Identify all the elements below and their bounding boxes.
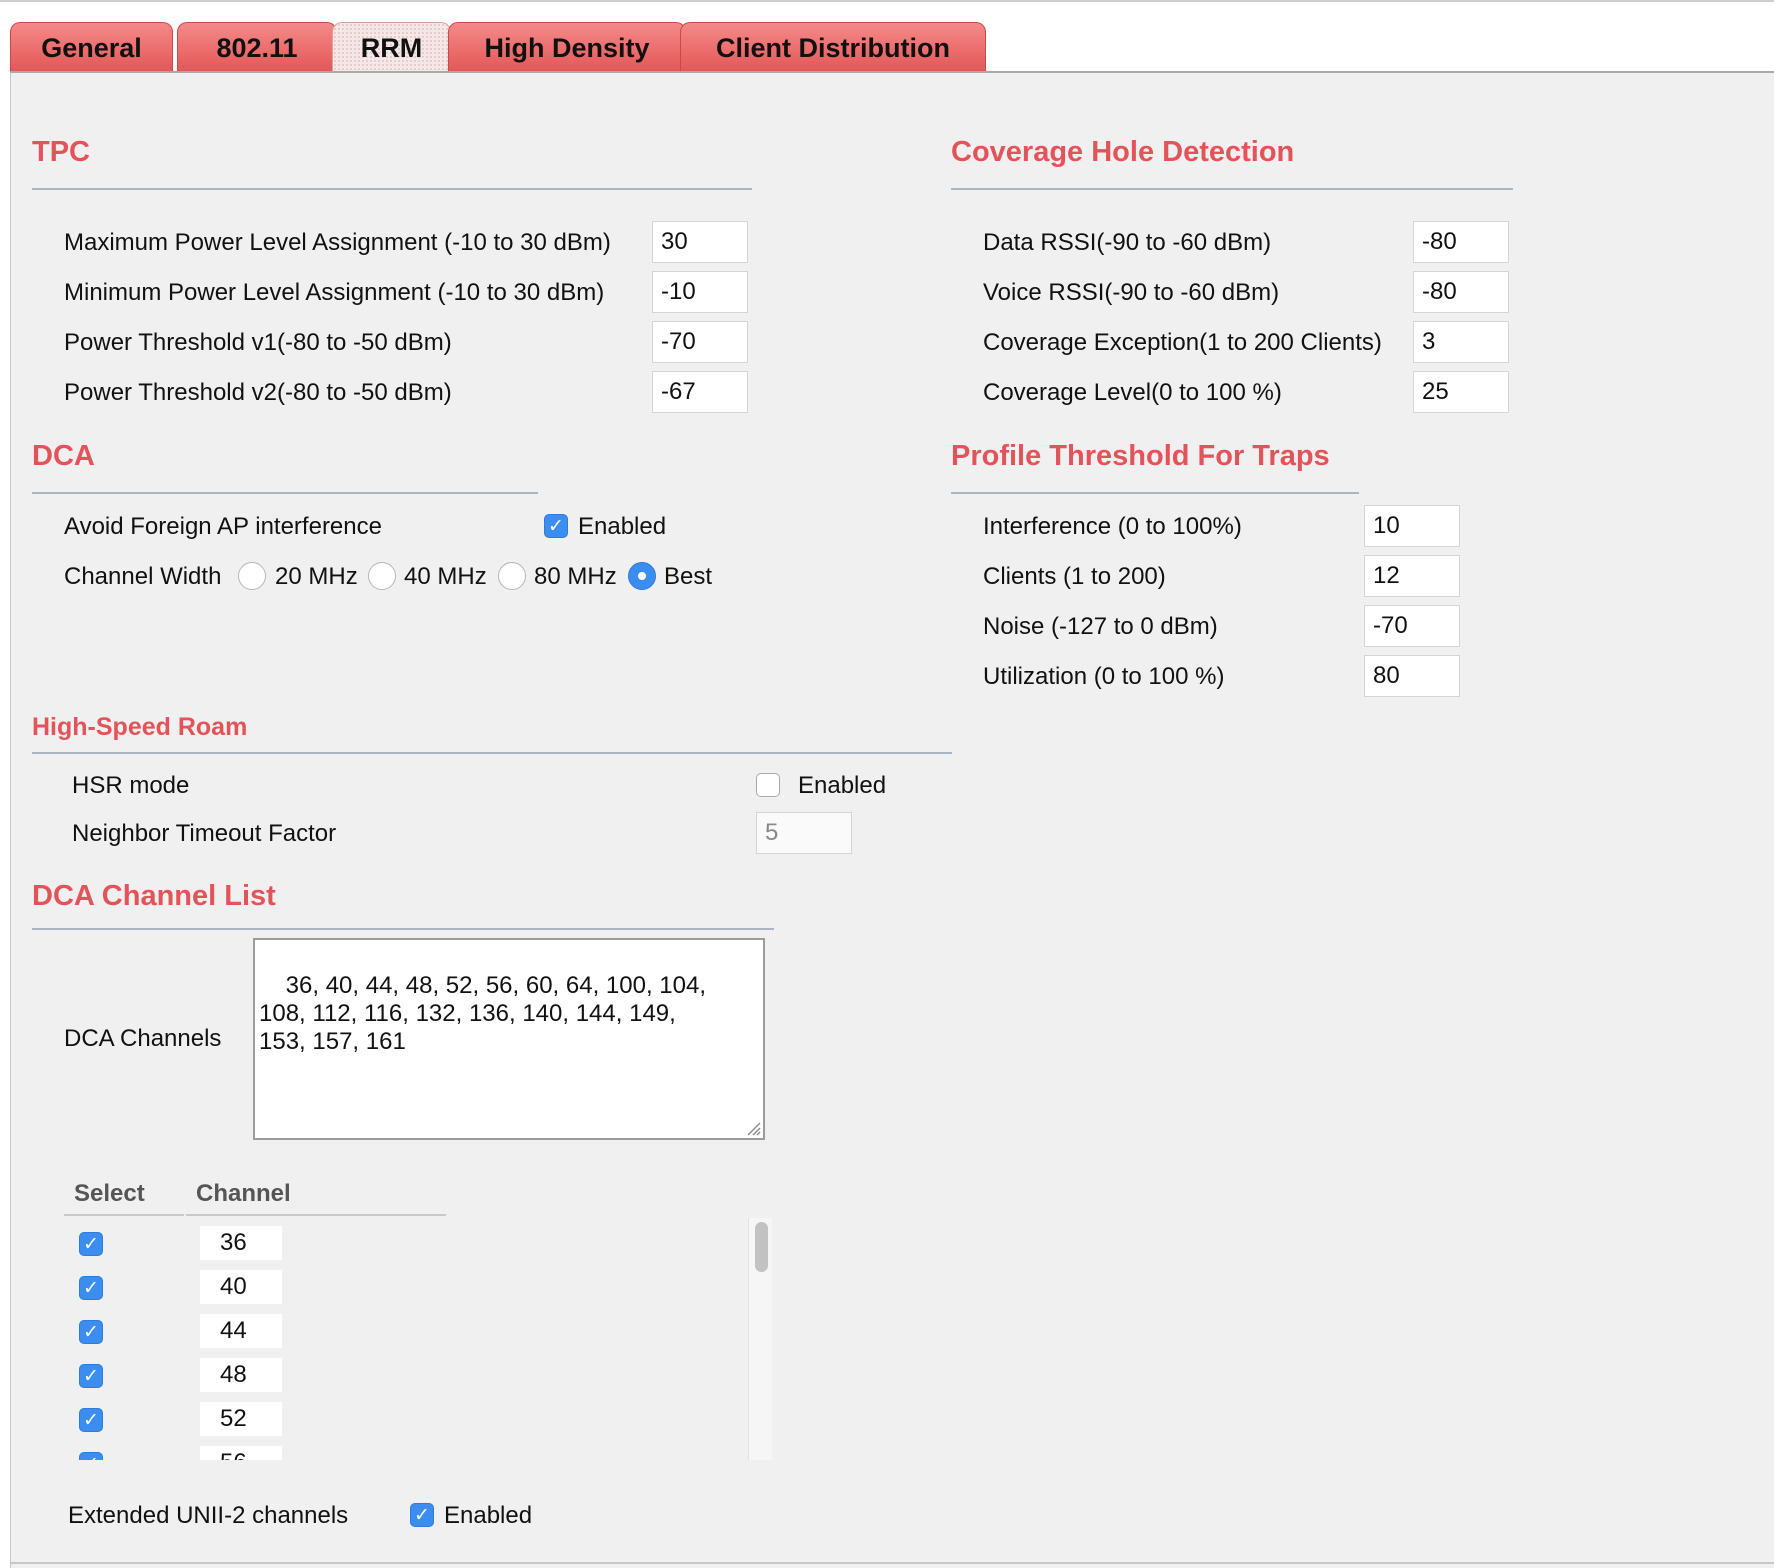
channel-36-checkbox[interactable]: ✓	[79, 1232, 103, 1256]
table-row: ✓ 44	[60, 1310, 360, 1354]
clients-label: Clients (1 to 200)	[983, 563, 1166, 590]
noise-label: Noise (-127 to 0 dBm)	[983, 613, 1218, 640]
channel-table-body: ✓ 36 ✓ 40 ✓ 44 ✓ 48 ✓ 52 ✓ 56	[60, 1218, 780, 1460]
channel-cell: 44	[200, 1314, 282, 1348]
avoid-foreign-label: Avoid Foreign AP interference	[64, 513, 382, 540]
channel-width-20-radio[interactable]	[238, 562, 266, 590]
table-row: ✓ 56	[60, 1442, 360, 1460]
tab-client-distribution[interactable]: Client Distribution	[680, 22, 986, 72]
tpc-divider	[32, 188, 752, 190]
hsr-mode-label: HSR mode	[72, 772, 190, 799]
extended-unii2-label: Extended UNII-2 channels	[68, 1502, 349, 1529]
dca-channel-list-title: DCA Channel List	[32, 880, 276, 912]
threshold-v2-input[interactable]: -67	[652, 371, 748, 413]
min-power-input[interactable]: -10	[652, 271, 748, 313]
profile-traps-title: Profile Threshold For Traps	[951, 440, 1330, 472]
threshold-v1-label: Power Threshold v1(-80 to -50 dBm)	[64, 329, 452, 356]
channel-width-80-radio[interactable]	[498, 562, 526, 590]
coverage-divider	[951, 188, 1513, 190]
dca-channels-label: DCA Channels	[64, 1025, 222, 1052]
hsr-mode-checkbox[interactable]	[756, 773, 780, 797]
dca-channels-textarea[interactable]: 36, 40, 44, 48, 52, 56, 60, 64, 100, 104…	[253, 938, 765, 1140]
max-power-input[interactable]: 30	[652, 221, 748, 263]
hsr-title: High-Speed Roam	[32, 713, 248, 741]
tpc-title: TPC	[32, 136, 90, 168]
hsr-mode-enabled-label: Enabled	[798, 772, 887, 799]
table-row: ✓ 36	[60, 1222, 360, 1266]
utilization-input[interactable]: 80	[1364, 655, 1460, 697]
min-power-label: Minimum Power Level Assignment (-10 to 3…	[64, 279, 605, 306]
channel-cell: 40	[200, 1270, 282, 1304]
avoid-foreign-checkbox[interactable]: ✓	[544, 514, 568, 538]
profile-traps-divider	[951, 492, 1359, 494]
channel-width-40-radio[interactable]	[368, 562, 396, 590]
channel-cell: 52	[200, 1402, 282, 1436]
channel-56-checkbox[interactable]: ✓	[79, 1452, 103, 1460]
noise-input[interactable]: -70	[1364, 605, 1460, 647]
channel-table-scrollbar[interactable]	[748, 1218, 772, 1460]
channel-width-best-label: Best	[664, 563, 713, 590]
channel-cell: 48	[200, 1358, 282, 1392]
interference-input[interactable]: 10	[1364, 505, 1460, 547]
coverage-exception-input[interactable]: 3	[1413, 321, 1509, 363]
dca-title: DCA	[32, 440, 95, 472]
select-header-rule	[64, 1214, 184, 1216]
rrm-config-page: General 802.11 RRM High Density Client D…	[0, 0, 1774, 1568]
tab-802-11[interactable]: 802.11	[177, 22, 337, 72]
coverage-title: Coverage Hole Detection	[951, 136, 1295, 168]
channel-width-best-radio[interactable]	[628, 562, 656, 590]
coverage-exception-label: Coverage Exception(1 to 200 Clients)	[983, 329, 1382, 356]
channel-width-label: Channel Width	[64, 563, 222, 590]
dca-divider	[32, 492, 538, 494]
voice-rssi-label: Voice RSSI(-90 to -60 dBm)	[983, 279, 1280, 306]
table-row: ✓ 52	[60, 1398, 360, 1442]
channel-width-80-label: 80 MHz	[534, 563, 617, 590]
max-power-label: Maximum Power Level Assignment (-10 to 3…	[64, 229, 611, 256]
channel-40-checkbox[interactable]: ✓	[79, 1276, 103, 1300]
avoid-foreign-enabled-label: Enabled	[578, 513, 667, 540]
select-column-header: Select	[74, 1180, 145, 1207]
utilization-label: Utilization (0 to 100 %)	[983, 663, 1225, 690]
neighbor-timeout-label: Neighbor Timeout Factor	[72, 820, 337, 847]
coverage-level-input[interactable]: 25	[1413, 371, 1509, 413]
threshold-v2-label: Power Threshold v2(-80 to -50 dBm)	[64, 379, 452, 406]
channel-52-checkbox[interactable]: ✓	[79, 1408, 103, 1432]
channel-48-checkbox[interactable]: ✓	[79, 1364, 103, 1388]
channel-cell: 56	[200, 1446, 282, 1460]
hsr-divider	[32, 752, 952, 754]
threshold-v1-input[interactable]: -70	[652, 321, 748, 363]
channel-44-checkbox[interactable]: ✓	[79, 1320, 103, 1344]
extended-unii2-enabled-label: Enabled	[444, 1502, 533, 1529]
channel-width-20-label: 20 MHz	[275, 563, 358, 590]
channel-cell: 36	[200, 1226, 282, 1260]
channel-width-40-label: 40 MHz	[404, 563, 487, 590]
panel-bottom-border	[10, 1562, 1774, 1564]
clients-input[interactable]: 12	[1364, 555, 1460, 597]
dca-channel-list-divider	[32, 928, 774, 930]
resize-grip-icon[interactable]	[745, 1120, 761, 1136]
table-row: ✓ 48	[60, 1354, 360, 1398]
data-rssi-label: Data RSSI(-90 to -60 dBm)	[983, 229, 1272, 256]
voice-rssi-input[interactable]: -80	[1413, 271, 1509, 313]
data-rssi-input[interactable]: -80	[1413, 221, 1509, 263]
channel-column-header: Channel	[196, 1180, 291, 1207]
scrollbar-thumb[interactable]	[755, 1222, 768, 1272]
dca-channels-text: 36, 40, 44, 48, 52, 56, 60, 64, 100, 104…	[259, 972, 707, 1055]
tab-high-density[interactable]: High Density	[448, 22, 686, 72]
channel-header-rule	[186, 1214, 446, 1216]
tab-rrm[interactable]: RRM	[332, 22, 451, 72]
neighbor-timeout-input[interactable]: 5	[756, 812, 852, 854]
top-border	[0, 0, 1774, 2]
coverage-level-label: Coverage Level(0 to 100 %)	[983, 379, 1282, 406]
table-row: ✓ 40	[60, 1266, 360, 1310]
tab-general[interactable]: General	[10, 22, 173, 72]
extended-unii2-checkbox[interactable]: ✓	[410, 1503, 434, 1527]
interference-label: Interference (0 to 100%)	[983, 513, 1242, 540]
